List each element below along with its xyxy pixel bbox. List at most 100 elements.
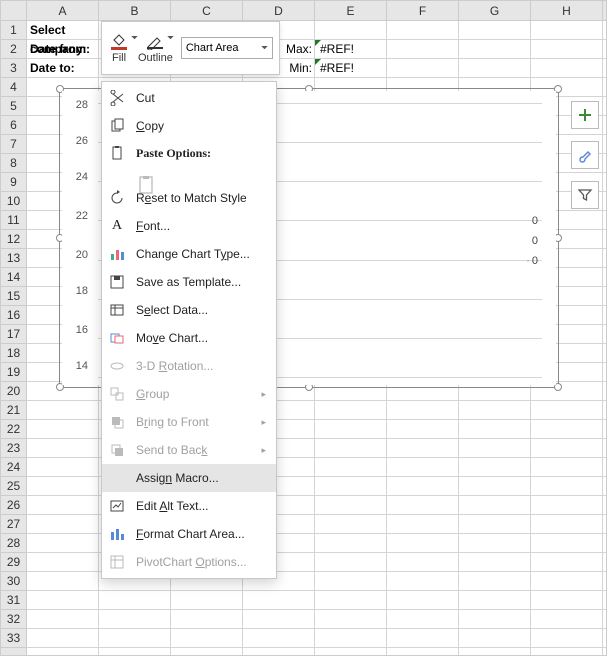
col-header-f[interactable]: F: [387, 1, 459, 20]
row-header-23[interactable]: 23: [1, 439, 26, 458]
y-tick-label: 28: [64, 99, 88, 111]
row-header-6[interactable]: 6: [1, 116, 26, 135]
row-header-22[interactable]: 22: [1, 420, 26, 439]
col-header-b[interactable]: B: [99, 1, 171, 20]
row-header-16[interactable]: 16: [1, 306, 26, 325]
row-header-1[interactable]: 1: [1, 21, 26, 40]
col-header-a[interactable]: A: [27, 1, 99, 20]
select-all-corner[interactable]: [1, 1, 27, 20]
chevron-down-icon: [167, 36, 174, 40]
menu-edit-alt-text[interactable]: Edit Alt Text... Edit Alt Text...: [102, 492, 276, 520]
error-indicator-icon: [315, 59, 321, 65]
row-header-24[interactable]: 24: [1, 458, 26, 477]
menu-label: Move Chart...: [136, 331, 266, 345]
col-header-e[interactable]: E: [315, 1, 387, 20]
row-header-32[interactable]: 32: [1, 610, 26, 629]
cell-a3[interactable]: Date to:: [27, 59, 99, 78]
row-header-4[interactable]: 4: [1, 78, 26, 97]
menu-label: 3-D Rotation...: [136, 359, 266, 373]
row-header-13[interactable]: 13: [1, 249, 26, 268]
row-header-21[interactable]: 21: [1, 401, 26, 420]
menu-label: Change Chart Type...: [136, 247, 266, 261]
row-header-8[interactable]: 8: [1, 154, 26, 173]
row-header-19[interactable]: 19: [1, 363, 26, 382]
y-axis[interactable]: 28 26 24 22 20 18 16 14: [68, 99, 92, 377]
menu-cut[interactable]: Cut: [102, 84, 276, 112]
menu-label: Group: [136, 387, 251, 401]
chart-styles-button[interactable]: [571, 141, 599, 169]
row-header-26[interactable]: 26: [1, 496, 26, 515]
chart-side-buttons: [571, 101, 599, 209]
row-header-11[interactable]: 11: [1, 211, 26, 230]
menu-label: Cut: [136, 91, 266, 105]
legend-item[interactable]: 0: [532, 235, 538, 247]
cell-a1[interactable]: Select company:: [27, 21, 99, 40]
menu-change-chart-type[interactable]: Change Chart Type... Change Chart Type..…: [102, 240, 276, 268]
row-header-15[interactable]: 15: [1, 287, 26, 306]
legend-item[interactable]: ·0: [526, 255, 538, 267]
row-header-29[interactable]: 29: [1, 553, 26, 572]
col-header-c[interactable]: C: [171, 1, 243, 20]
row-header-18[interactable]: 18: [1, 344, 26, 363]
menu-format-chart-area[interactable]: Format Chart Area... Format Chart Area..…: [102, 520, 276, 548]
alt-text-icon: [108, 497, 126, 515]
submenu-arrow-icon: ▸: [261, 445, 266, 456]
menu-label: Send to Back: [136, 443, 251, 457]
funnel-icon: [577, 187, 593, 203]
menu-move-chart[interactable]: Move Chart... Move Chart...: [102, 324, 276, 352]
row-header-30[interactable]: 30: [1, 572, 26, 591]
cell-a2[interactable]: Date from:: [27, 40, 99, 59]
outline-button[interactable]: Outline: [138, 32, 173, 64]
col-header-g[interactable]: G: [459, 1, 531, 20]
menu-font[interactable]: A Font... Font...: [102, 212, 276, 240]
row-header-7[interactable]: 7: [1, 135, 26, 154]
row-header-5[interactable]: 5: [1, 97, 26, 116]
mini-toolbar: Fill Outline Chart Area: [101, 21, 280, 75]
chart-filters-button[interactable]: [571, 181, 599, 209]
menu-label: Format Chart Area...: [136, 527, 266, 541]
plus-icon: [577, 107, 593, 123]
menu-label: Paste Options:: [136, 146, 211, 161]
menu-reset-style[interactable]: Reset to Match Style Reset to Match Styl…: [102, 184, 276, 212]
row-header-2[interactable]: 2: [1, 40, 26, 59]
rotate-icon: [108, 357, 126, 375]
row-header-27[interactable]: 27: [1, 515, 26, 534]
group-icon: [108, 385, 126, 403]
menu-pivotchart-options: PivotChart Options... PivotChart Options…: [102, 548, 276, 576]
row-header-31[interactable]: 31: [1, 591, 26, 610]
y-tick-label: 18: [64, 285, 88, 297]
outline-label: Outline: [138, 52, 173, 64]
row-header-25[interactable]: 25: [1, 477, 26, 496]
y-tick-label: 14: [64, 360, 88, 372]
y-tick-label: 20: [64, 249, 88, 261]
clipboard-icon: [108, 144, 126, 162]
row-header-12[interactable]: 12: [1, 230, 26, 249]
col-header-d[interactable]: D: [243, 1, 315, 20]
menu-select-data[interactable]: Select Data... Select Data...: [102, 296, 276, 324]
chart-element-value: Chart Area: [186, 42, 239, 54]
font-icon: A: [108, 217, 126, 235]
chart-element-selector[interactable]: Chart Area: [181, 37, 273, 59]
brush-icon: [577, 147, 593, 163]
save-icon: [108, 273, 126, 291]
row-header-20[interactable]: 20: [1, 382, 26, 401]
fill-button[interactable]: Fill: [108, 32, 130, 64]
cell-e3[interactable]: #REF!: [315, 59, 387, 78]
menu-paste-options: Paste Options:: [102, 140, 276, 184]
row-header-14[interactable]: 14: [1, 268, 26, 287]
menu-save-template[interactable]: Save as Template... Save as Template...: [102, 268, 276, 296]
menu-assign-macro[interactable]: Assign Macro... Assign Macro...: [102, 464, 276, 492]
cell-e2[interactable]: #REF!: [315, 40, 387, 59]
chevron-down-icon: [131, 36, 138, 40]
row-header-17[interactable]: 17: [1, 325, 26, 344]
chart-elements-button[interactable]: [571, 101, 599, 129]
row-header-9[interactable]: 9: [1, 173, 26, 192]
row-header-10[interactable]: 10: [1, 192, 26, 211]
col-header-h[interactable]: H: [531, 1, 603, 20]
row-header-28[interactable]: 28: [1, 534, 26, 553]
menu-copy[interactable]: CCopyopy: [102, 112, 276, 140]
submenu-arrow-icon: ▸: [261, 417, 266, 428]
row-header-33[interactable]: 33: [1, 629, 26, 648]
row-header-3[interactable]: 3: [1, 59, 26, 78]
legend-item[interactable]: 0: [532, 215, 538, 227]
